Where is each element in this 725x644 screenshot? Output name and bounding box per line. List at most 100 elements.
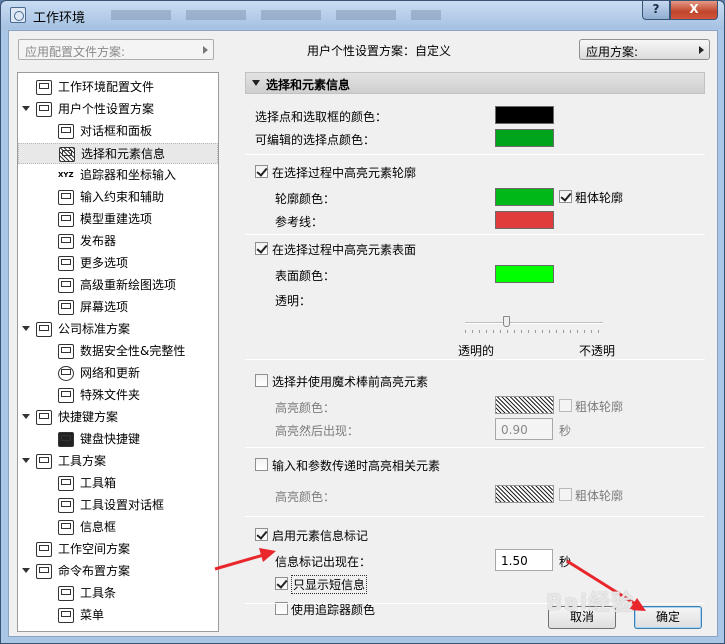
collapse-triangle-icon [252, 80, 260, 86]
divider [245, 234, 705, 235]
tree-item[interactable]: 网络和更新 [18, 363, 218, 384]
tree-item-label: 输入约束和辅助 [80, 190, 165, 204]
chevron-right-icon [699, 46, 704, 54]
close-button[interactable]: X [670, 1, 718, 20]
thick-outline-label: 粗体轮廓 [575, 191, 624, 205]
app-icon [10, 7, 26, 23]
expand-triangle-icon[interactable] [22, 458, 30, 463]
info-appear-input[interactable]: 1.50 [495, 549, 553, 571]
tree-item-label: 命令布置方案 [58, 564, 131, 578]
tree-item[interactable]: 工作环境配置文件 [18, 77, 218, 98]
tree-item[interactable]: 用户个性设置方案 [18, 99, 218, 120]
transparency-slider-track[interactable] [465, 322, 603, 324]
tree-node-icon [36, 454, 52, 469]
tree-item[interactable]: 特殊文件夹 [18, 385, 218, 406]
tree-node-icon [36, 542, 52, 557]
outline-color-swatch[interactable] [495, 188, 554, 206]
settings-panel: 选择和元素信息 选择点和选取框的颜色： 可编辑的选择点颜色： 在选择过程中高亮元… [245, 72, 705, 617]
tree-node-icon [58, 432, 74, 447]
highlight-color-2-swatch[interactable] [495, 485, 554, 503]
divider [245, 516, 705, 517]
thick-outline-3-checkbox[interactable] [559, 488, 572, 501]
apply-scheme-label: 应用方案: [586, 45, 639, 59]
tree-node-icon [59, 147, 75, 162]
tree-node-icon [36, 102, 52, 117]
thick-outline-checkbox[interactable] [559, 190, 572, 203]
expand-triangle-icon[interactable] [22, 568, 30, 573]
tree-item[interactable]: 对话框和面板 [18, 121, 218, 142]
tree-item-label: 高级重新绘图选项 [80, 278, 177, 292]
reference-line-swatch[interactable] [495, 211, 554, 229]
panel-header[interactable]: 选择和元素信息 [245, 72, 705, 94]
selection-color-swatch[interactable] [495, 106, 554, 124]
tree-item[interactable]: 命令布置方案 [18, 561, 218, 582]
profile-scheme-dropdown[interactable]: 应用配置文件方案: [18, 39, 214, 60]
tree-item-label: 更多选项 [80, 256, 129, 270]
highlight-outline-checkbox[interactable] [255, 165, 268, 178]
highlight-surface-checkbox[interactable] [255, 242, 268, 255]
info-tag-checkbox[interactable] [255, 528, 268, 541]
tree-item[interactable]: 选择和元素信息 [18, 143, 218, 164]
tree-item-label: 信息框 [80, 520, 117, 534]
tree-item[interactable]: 信息框 [18, 517, 218, 538]
expand-triangle-icon[interactable] [22, 414, 30, 419]
tree-item[interactable]: 快捷键方案 [18, 407, 218, 428]
magic-wand-highlight-checkbox[interactable] [255, 374, 268, 387]
tree-item[interactable]: 发布器 [18, 231, 218, 252]
panel-title: 选择和元素信息 [266, 78, 351, 92]
tree-node-icon [36, 410, 52, 425]
tree-item[interactable]: 工具条 [18, 583, 218, 604]
tree-node-icon: XYZ [58, 168, 74, 183]
dialog-window: 工作环境 ? X 应用配置文件方案: 用户个性设置方案：自定义 应用方案: 工作… [0, 0, 725, 644]
highlight-surface-label: 在选择过程中高亮元素表面 [272, 243, 417, 257]
highlight-color-swatch[interactable] [495, 396, 554, 414]
tree-node-icon [58, 300, 74, 315]
editable-color-swatch[interactable] [495, 129, 554, 147]
apply-scheme-button[interactable]: 应用方案: [579, 39, 710, 60]
tree-item-label: 公司标准方案 [58, 322, 131, 336]
outline-color-label: 轮廓颜色： [275, 192, 336, 206]
ok-button[interactable]: 确定 [634, 606, 702, 629]
tree-node-icon [58, 124, 74, 139]
tree-item[interactable]: 工作空间方案 [18, 539, 218, 560]
tree-item[interactable]: 高级重新绘图选项 [18, 275, 218, 296]
tree-item[interactable]: 工具箱 [18, 473, 218, 494]
help-button[interactable]: ? [642, 1, 670, 20]
tree-item-label: 菜单 [80, 608, 105, 622]
tree-item[interactable]: 键盘快捷键 [18, 429, 218, 450]
tree-item-label: 工具条 [80, 586, 117, 600]
divider [245, 603, 705, 604]
tree-item-label: 工具设置对话框 [80, 498, 165, 512]
divider [245, 154, 705, 155]
highlight-after-input[interactable]: 0.90 [495, 418, 553, 440]
tree-item[interactable]: 数据安全性&完整性 [18, 341, 218, 362]
tree-item-label: 特殊文件夹 [80, 388, 141, 402]
tree-item[interactable]: 输入约束和辅助 [18, 187, 218, 208]
thick-outline-2-checkbox[interactable] [559, 399, 572, 412]
tree-item[interactable]: 更多选项 [18, 253, 218, 274]
expand-triangle-icon[interactable] [22, 326, 30, 331]
tree-node-icon [36, 322, 52, 337]
tree-item[interactable]: 菜单 [18, 605, 218, 626]
tree-item[interactable]: 工具设置对话框 [18, 495, 218, 516]
tree-item[interactable]: 模型重建选项 [18, 209, 218, 230]
tree-item-label: 选择和元素信息 [81, 147, 166, 161]
tree-item-label: 用户个性设置方案 [58, 102, 155, 116]
tree-node-icon [58, 498, 74, 513]
tree-item-label: 模型重建选项 [80, 212, 153, 226]
tree-node-icon [58, 190, 74, 205]
surface-color-swatch[interactable] [495, 265, 554, 283]
tree-item[interactable]: XYZ 追踪器和坐标输入 [18, 165, 218, 186]
tree-item[interactable]: 公司标准方案 [18, 319, 218, 340]
short-info-checkbox[interactable] [275, 577, 288, 590]
tree-node-icon [58, 234, 74, 249]
selection-color-label: 选择点和选取框的颜色： [255, 110, 388, 124]
param-transfer-highlight-checkbox[interactable] [255, 458, 268, 471]
settings-tree[interactable]: 工作环境配置文件用户个性设置方案对话框和面板选择和元素信息 XYZ 追踪器和坐标输入… [17, 72, 219, 632]
title-bar[interactable]: 工作环境 ? X [1, 1, 724, 29]
transparency-slider-thumb[interactable] [503, 316, 511, 327]
tree-item[interactable]: 工具方案 [18, 451, 218, 472]
tree-item[interactable]: 屏幕选项 [18, 297, 218, 318]
highlight-color-2-label: 高亮颜色： [275, 490, 336, 504]
expand-triangle-icon[interactable] [22, 106, 30, 111]
